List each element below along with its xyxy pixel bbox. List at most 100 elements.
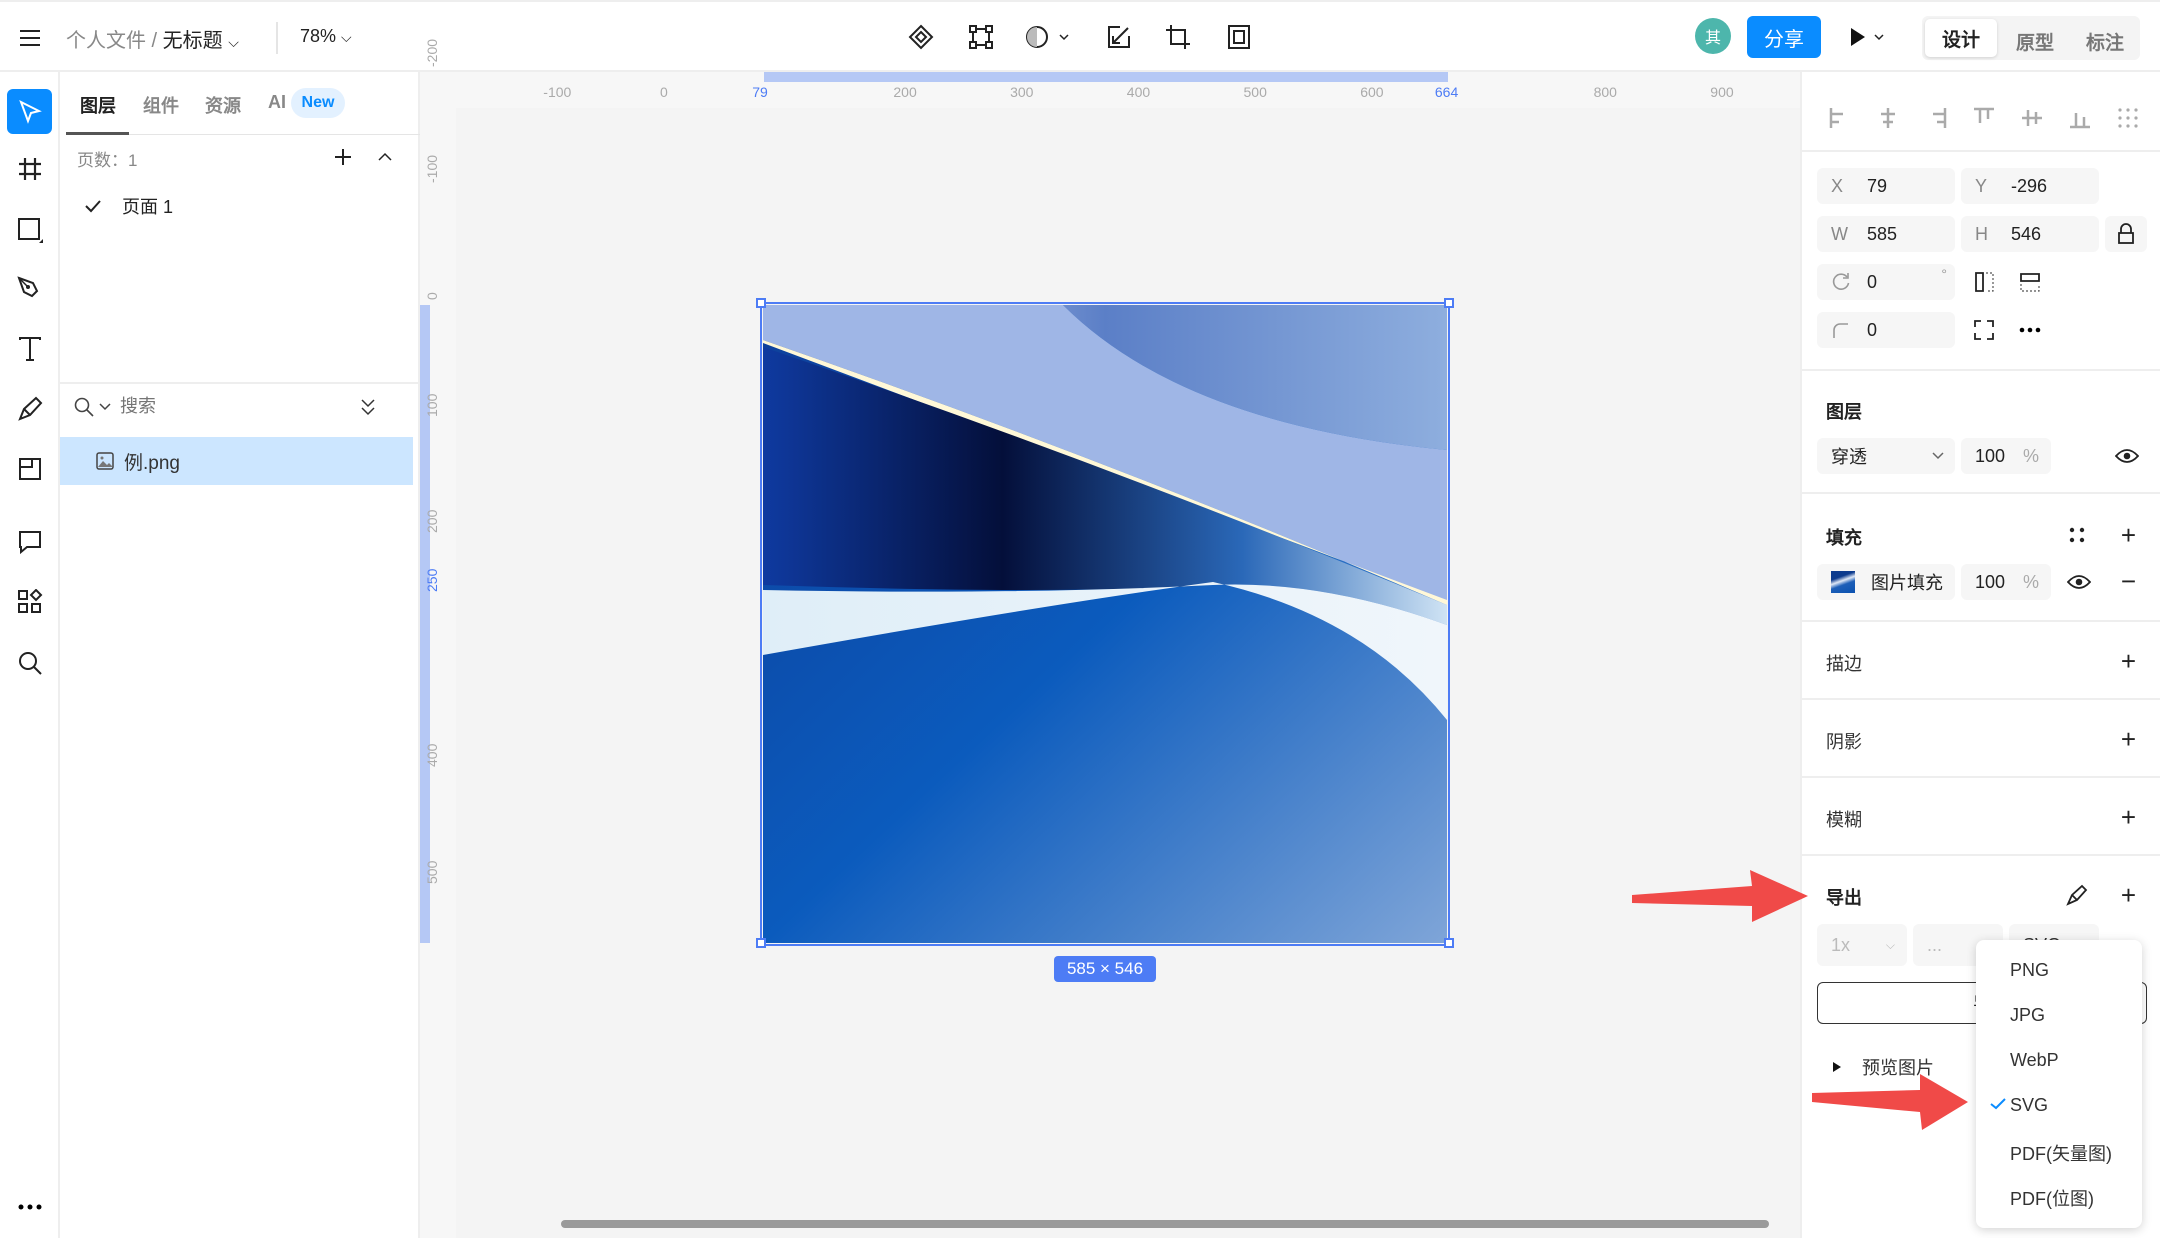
- collapse-icon[interactable]: [374, 146, 396, 168]
- align-v-center-icon[interactable]: [2020, 106, 2044, 130]
- crop-icon[interactable]: [1163, 22, 1193, 52]
- export-scale-select[interactable]: 1x ⌵: [1817, 924, 1907, 966]
- radius-value: 0: [1867, 319, 1878, 340]
- align-right-icon[interactable]: [1924, 106, 1948, 130]
- layer-search[interactable]: [74, 396, 404, 417]
- h-ruler-label: 200: [893, 84, 917, 100]
- component-icon[interactable]: [906, 22, 936, 52]
- layer-row[interactable]: 例.png: [60, 437, 413, 485]
- zoom-select[interactable]: 78% ⌵: [300, 26, 352, 47]
- tab-assets[interactable]: 资源: [205, 92, 241, 118]
- slice-edit-icon[interactable]: [2064, 882, 2090, 908]
- text-tool-icon[interactable]: [15, 334, 45, 364]
- flip-horizontal-icon[interactable]: [1970, 268, 1998, 296]
- lock-ratio-button[interactable]: [2105, 216, 2147, 252]
- y-field[interactable]: Y -296: [1961, 168, 2099, 204]
- fill-item[interactable]: 图片填充: [1817, 564, 1955, 600]
- x-field[interactable]: X 79: [1817, 168, 1955, 204]
- add-page-icon[interactable]: [332, 146, 354, 168]
- resize-icon[interactable]: [1104, 22, 1134, 52]
- resize-handle[interactable]: [1444, 298, 1454, 308]
- top-bar: 个人文件 / 无标题 ⌵ 78% ⌵ 其 分享 设计 原型 标注: [0, 0, 2160, 72]
- divider: [1802, 369, 2160, 371]
- slice-tool-icon[interactable]: [15, 454, 45, 484]
- align-bottom-icon[interactable]: [2068, 106, 2092, 130]
- move-tool-icon[interactable]: [7, 89, 52, 134]
- layer-name: 例.png: [124, 452, 180, 474]
- add-export-icon[interactable]: +: [2121, 882, 2136, 908]
- horizontal-ruler: -100 0 79 200 300 400 500 600 664 800 900: [420, 72, 1800, 108]
- tab-ai[interactable]: AI: [268, 92, 286, 113]
- menu-icon[interactable]: [16, 24, 44, 52]
- eye-icon[interactable]: [2112, 442, 2142, 470]
- format-option-webp[interactable]: WebP: [2010, 1050, 2059, 1071]
- align-top-icon[interactable]: [1972, 106, 1996, 130]
- canvas[interactable]: -100079200300400500600664800900 -400-296…: [420, 39, 1800, 1238]
- add-fill-icon[interactable]: +: [2121, 522, 2136, 548]
- more-icon[interactable]: [15, 1192, 45, 1222]
- mode-prototype[interactable]: 原型: [2002, 28, 2068, 55]
- pencil-tool-icon[interactable]: [15, 394, 45, 424]
- image-icon: [96, 452, 114, 470]
- add-shadow-icon[interactable]: +: [2121, 726, 2136, 752]
- add-blur-icon[interactable]: +: [2121, 804, 2136, 830]
- frame-tool-icon[interactable]: [15, 154, 45, 184]
- rectangle-tool-icon[interactable]: [15, 215, 45, 245]
- format-option-jpg[interactable]: JPG: [2010, 1005, 2045, 1026]
- mode-design[interactable]: 设计: [1925, 19, 1997, 57]
- breadcrumb-parent[interactable]: 个人文件: [66, 30, 146, 52]
- distribute-icon[interactable]: [2116, 106, 2140, 130]
- horizontal-scrollbar[interactable]: [561, 1220, 1769, 1228]
- rotation-field[interactable]: 0 °: [1817, 264, 1955, 300]
- fill-type: 图片填充: [1871, 573, 1943, 593]
- search-input[interactable]: [120, 396, 360, 417]
- layer-opacity-field[interactable]: 100%: [1961, 438, 2051, 474]
- export-section-title: 导出: [1826, 888, 1862, 908]
- mask-boolean-icon[interactable]: [1022, 22, 1072, 52]
- more-options-icon[interactable]: [2016, 316, 2044, 344]
- format-dropdown: PNG JPG WebP SVG PDF(矢量图) PDF(位图): [1976, 940, 2142, 1228]
- plugins-icon[interactable]: [15, 587, 45, 617]
- search-tool-icon[interactable]: [15, 648, 45, 678]
- resize-handle[interactable]: [756, 938, 766, 948]
- style-grid-icon[interactable]: [2066, 524, 2088, 546]
- flip-vertical-icon[interactable]: [2016, 268, 2044, 296]
- resize-handle[interactable]: [756, 298, 766, 308]
- preview-toggle[interactable]: 预览图片: [1832, 1054, 1934, 1080]
- h-ruler-label: 400: [1126, 84, 1151, 100]
- share-button[interactable]: 分享: [1747, 16, 1821, 58]
- page-item[interactable]: 页面 1: [84, 194, 173, 218]
- remove-fill-icon[interactable]: −: [2121, 568, 2136, 594]
- expand-all-icon[interactable]: [360, 398, 376, 416]
- eye-icon[interactable]: [2064, 568, 2094, 596]
- format-option-pdf-bitmap[interactable]: PDF(位图): [2010, 1185, 2094, 1211]
- format-option-png[interactable]: PNG: [2010, 960, 2049, 981]
- format-option-pdf-vector[interactable]: PDF(矢量图): [2010, 1140, 2112, 1166]
- tab-layers[interactable]: 图层: [80, 92, 116, 118]
- corner-radius-field[interactable]: 0: [1817, 312, 1955, 348]
- mode-annotate[interactable]: 标注: [2072, 28, 2138, 55]
- format-option-svg[interactable]: SVG: [2010, 1095, 2048, 1116]
- height-field[interactable]: H 546: [1961, 216, 2099, 252]
- pen-tool-icon[interactable]: [15, 274, 45, 304]
- add-stroke-icon[interactable]: +: [2121, 648, 2136, 674]
- search-icon: [74, 397, 94, 417]
- width-field[interactable]: W 585: [1817, 216, 1955, 252]
- vector-edit-icon[interactable]: [966, 22, 996, 52]
- independent-corners-icon[interactable]: [1970, 316, 1998, 344]
- layer-section-title: 图层: [1826, 402, 1862, 422]
- tab-components[interactable]: 组件: [143, 92, 179, 118]
- frame-icon[interactable]: [1224, 22, 1254, 52]
- play-icon[interactable]: [1846, 22, 1892, 52]
- align-left-icon[interactable]: [1828, 106, 1852, 130]
- chevron-down-icon[interactable]: ⌵: [228, 34, 239, 50]
- align-h-center-icon[interactable]: [1876, 106, 1900, 130]
- avatar[interactable]: 其: [1695, 18, 1731, 54]
- v-ruler-label: 100: [424, 393, 440, 417]
- comment-tool-icon[interactable]: [15, 527, 45, 557]
- chevron-down-icon[interactable]: [98, 402, 112, 412]
- file-name[interactable]: 无标题: [163, 30, 223, 52]
- resize-handle[interactable]: [1444, 938, 1454, 948]
- blend-mode-select[interactable]: 穿透: [1817, 438, 1955, 474]
- fill-opacity-field[interactable]: 100%: [1961, 564, 2051, 600]
